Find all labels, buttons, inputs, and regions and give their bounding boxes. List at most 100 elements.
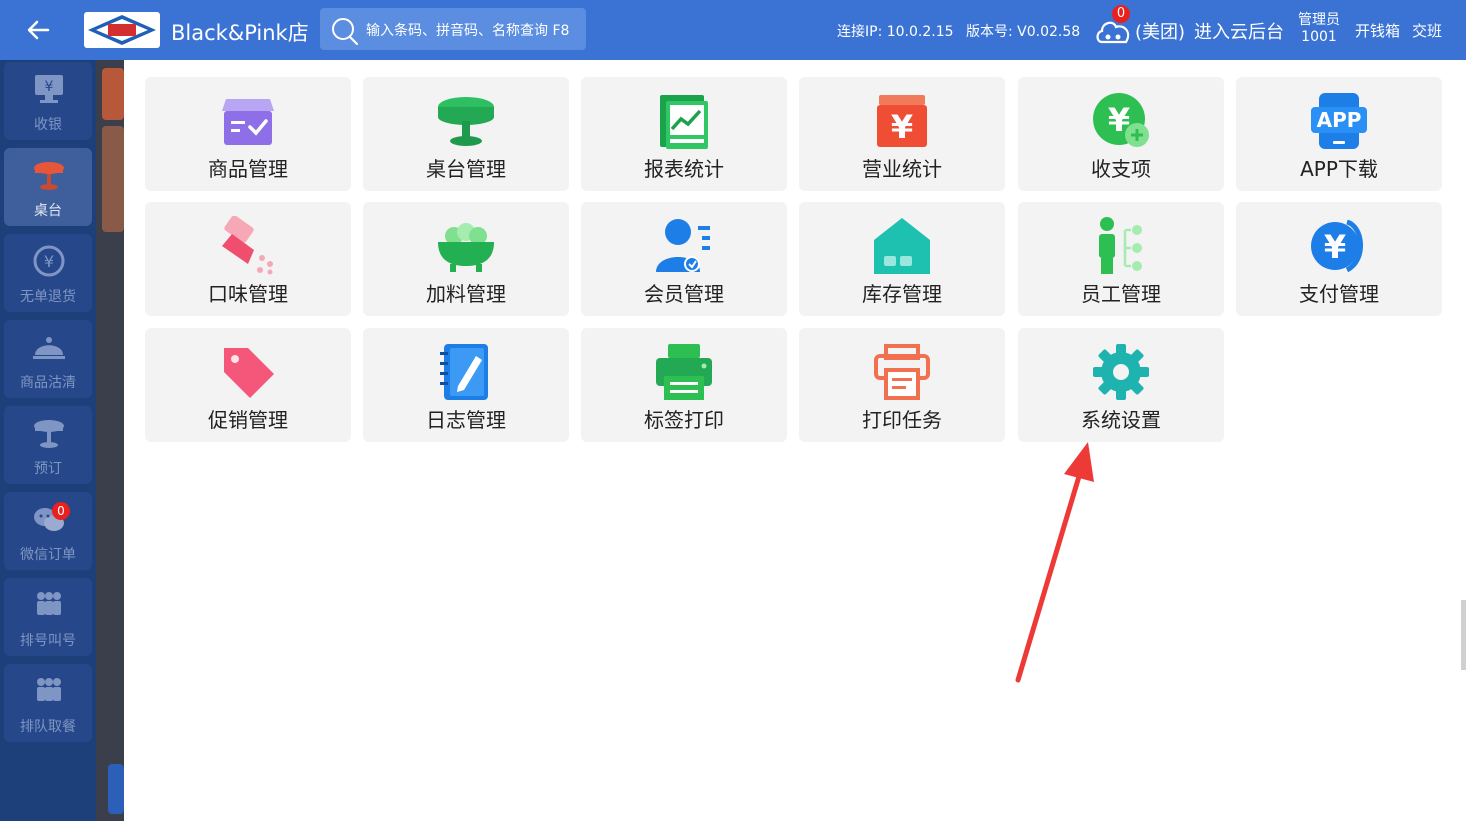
tile-label: 商品管理 (208, 157, 288, 181)
search-icon (332, 18, 359, 46)
tile-label: 会员管理 (644, 282, 724, 306)
payment-yen-icon: ¥ (1311, 219, 1363, 273)
tile-label: 标签打印 (644, 408, 724, 432)
cashier-monitor-icon: ¥ (35, 75, 63, 103)
yen-coin-icon: ¥ (1093, 93, 1149, 147)
shift-button[interactable]: 交班 (1412, 20, 1442, 41)
yen-box-icon: ¥ (877, 95, 927, 147)
tile-table-management[interactable]: 桌台管理 (363, 77, 569, 191)
tile-flavor-management[interactable]: 口味管理 (145, 202, 351, 316)
sidebar-item-label: 桌台 (34, 203, 62, 219)
top-bar: Black&Pink店 输入条码、拼音码、名称查询 F8 连接IP: 10.0.… (0, 0, 1466, 60)
sidebar-item-label: 收银 (34, 117, 62, 133)
staff-tree-icon (1099, 217, 1142, 274)
queue-people-icon (37, 592, 61, 615)
app-phone-icon: APP (1311, 93, 1367, 149)
background-blue-button (108, 764, 124, 814)
tile-label: 报表统计 (644, 157, 724, 181)
version-number: 版本号: V0.02.58 (966, 24, 1081, 40)
svg-text:¥: ¥ (891, 108, 913, 146)
tile-promotion-management[interactable]: 促销管理 (145, 328, 351, 442)
tile-label: 桌台管理 (426, 157, 506, 181)
sidebar-item-queue-call[interactable]: 排号叫号 (4, 578, 92, 656)
tile-label: 打印任务 (862, 408, 942, 432)
tile-print-task[interactable]: 打印任务 (799, 328, 1005, 442)
cloche-icon (33, 337, 65, 359)
shop-name: Black&Pink店 (171, 21, 309, 45)
member-icon (656, 219, 710, 272)
sidebar-item-wechat-orders[interactable]: 0 微信订单 (4, 492, 92, 570)
tile-payment-management[interactable]: ¥ 支付管理 (1236, 202, 1442, 316)
tile-label-print[interactable]: 标签打印 (581, 328, 787, 442)
tile-label: 支付管理 (1299, 282, 1379, 306)
print-task-icon (874, 344, 930, 400)
admin-info: 管理员 1001 (1298, 12, 1340, 46)
cloud-backend-link[interactable]: 进入云后台 (1194, 18, 1284, 44)
price-tag-icon (224, 348, 274, 398)
tile-label: 加料管理 (426, 282, 506, 306)
tile-label: 日志管理 (426, 408, 506, 432)
tile-app-download[interactable]: APP APP下载 (1236, 77, 1442, 191)
sidebar-item-label: 排号叫号 (20, 633, 76, 649)
brand-logo (84, 12, 160, 48)
back-arrow-icon[interactable] (24, 16, 52, 44)
tile-report-statistics[interactable]: 报表统计 (581, 77, 787, 191)
sidebar-item-sold-out[interactable]: 商品沽清 (4, 320, 92, 398)
sidebar-item-label: 商品沽清 (20, 375, 76, 391)
tile-label: 员工管理 (1081, 282, 1161, 306)
svg-text:¥: ¥ (1324, 228, 1346, 266)
return-coin-icon: ¥ (33, 245, 65, 277)
connection-ip: 连接IP: 10.0.2.15 (837, 24, 954, 40)
meituan-link[interactable]: (美团) (1135, 18, 1185, 44)
tile-label: 口味管理 (208, 282, 288, 306)
sidebar-item-label: 无单退货 (20, 289, 76, 305)
queue-pickup-icon (37, 678, 61, 701)
sidebar: ¥ 收银 桌台 ¥ 无单退货 商品沽清 预订 0 微信订单 排号叫号 排队取餐 (0, 60, 96, 821)
sidebar-item-label: 微信订单 (20, 547, 76, 563)
search-input[interactable]: 输入条码、拼音码、名称查询 F8 (320, 8, 586, 50)
tile-goods-management[interactable]: 商品管理 (145, 77, 351, 191)
gear-icon (1093, 344, 1149, 400)
right-edge-handle[interactable] (1461, 600, 1466, 670)
svg-text:¥: ¥ (45, 79, 54, 95)
tile-log-management[interactable]: 日志管理 (363, 328, 569, 442)
cash-box-button[interactable]: 开钱箱 (1355, 20, 1400, 41)
sidebar-item-no-order-return[interactable]: ¥ 无单退货 (4, 234, 92, 312)
sidebar-item-cashier[interactable]: ¥ 收银 (4, 62, 92, 140)
svg-text:APP: APP (1317, 108, 1362, 132)
background-table-card (102, 68, 124, 120)
tile-member-management[interactable]: 会员管理 (581, 202, 787, 316)
warehouse-icon (874, 218, 930, 274)
background-table-panel (96, 60, 124, 821)
tile-label: APP下载 (1300, 157, 1378, 181)
svg-text:¥: ¥ (44, 252, 54, 271)
tile-staff-management[interactable]: 员工管理 (1018, 202, 1224, 316)
tile-system-settings[interactable]: 系统设置 (1018, 328, 1224, 442)
sidebar-item-reservation[interactable]: 预订 (4, 406, 92, 484)
tile-label: 系统设置 (1081, 408, 1161, 432)
annotation-arrow (1015, 442, 1094, 683)
cloud-badge: 0 (1112, 5, 1130, 23)
report-chart-icon (660, 95, 708, 149)
tile-label: 营业统计 (862, 157, 942, 181)
sidebar-item-queue-pickup[interactable]: 排队取餐 (4, 664, 92, 742)
wechat-order-badge: 0 (52, 502, 70, 520)
search-placeholder: 输入条码、拼音码、名称查询 F8 (366, 23, 570, 39)
goods-box-icon (222, 99, 274, 145)
printer-icon (656, 344, 712, 400)
sidebar-item-label: 预订 (34, 461, 62, 477)
seasoning-icon (222, 216, 273, 275)
table-icon (34, 162, 64, 190)
admin-role: 管理员 (1298, 12, 1340, 28)
sidebar-item-label: 排队取餐 (20, 719, 76, 735)
tile-label: 促销管理 (208, 408, 288, 432)
tile-label: 收支项 (1091, 157, 1151, 181)
background-table-card (102, 126, 124, 232)
tile-income-expense[interactable]: ¥ 收支项 (1018, 77, 1224, 191)
sidebar-item-table[interactable]: 桌台 (4, 148, 92, 226)
tile-topping-management[interactable]: 加料管理 (363, 202, 569, 316)
tile-business-statistics[interactable]: ¥ 营业统计 (799, 77, 1005, 191)
tile-inventory-management[interactable]: 库存管理 (799, 202, 1005, 316)
admin-id: 1001 (1301, 29, 1337, 45)
bowl-icon (438, 223, 494, 272)
